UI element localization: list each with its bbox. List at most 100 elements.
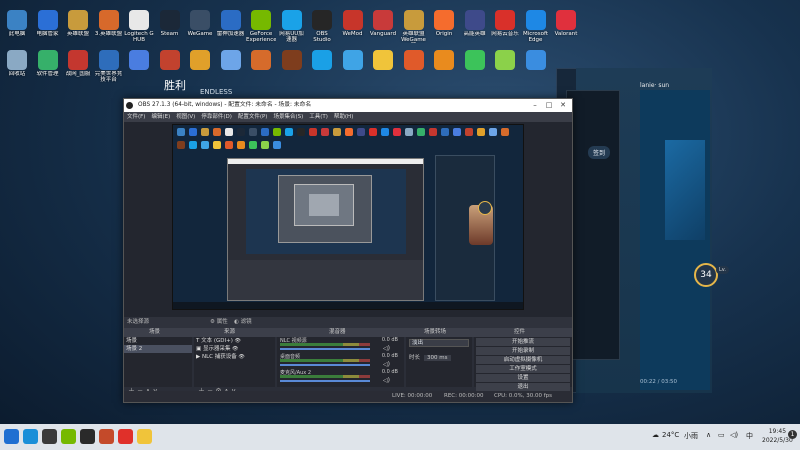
mixer-track[interactable]: 麦克风/Aux 2 0.0 dB ◁) xyxy=(277,369,404,385)
preview-icon xyxy=(201,141,209,149)
volume-slider[interactable] xyxy=(280,380,370,382)
desktop-icon-r2-13[interactable] xyxy=(399,50,429,83)
menu-item-1[interactable]: 编辑(E) xyxy=(151,114,170,120)
source-item[interactable]: ▶ NLC 捕获设备 👁 xyxy=(194,353,275,361)
control-button[interactable]: 启动虚拟摄像机 xyxy=(476,356,570,364)
mixer-track[interactable]: 桌面音频 0.0 dB ◁) xyxy=(277,353,404,369)
desktop-icon-r1-3[interactable]: 3.英雄联盟 xyxy=(94,10,124,43)
network-icon[interactable]: ▭ xyxy=(718,431,725,439)
desktop-icon-r1-5[interactable]: Steam xyxy=(155,10,185,43)
desktop-icon-r2-16[interactable] xyxy=(490,50,520,83)
desktop-icon-r1-12[interactable]: Vanguard xyxy=(368,10,398,43)
start-icon[interactable] xyxy=(4,429,19,444)
volume-slider[interactable] xyxy=(280,348,370,350)
menu-item-4[interactable]: 配置文件(P) xyxy=(238,114,268,120)
app-icon xyxy=(190,50,210,70)
level-badge: 34 xyxy=(694,263,718,287)
ime-indicator[interactable]: 中 xyxy=(746,431,753,441)
volume-slider[interactable] xyxy=(280,364,370,366)
notification-badge[interactable]: 1 xyxy=(788,430,797,439)
tray-up-icon[interactable]: ∧ xyxy=(706,431,711,439)
control-button[interactable]: 开始推流 xyxy=(476,338,570,346)
obs-preview-area[interactable] xyxy=(124,122,572,317)
control-button[interactable]: 工作室模式 xyxy=(476,365,570,373)
desktop-icon-r1-16[interactable]: 网易云音乐 xyxy=(490,10,520,43)
desktop-icon-r2-7[interactable] xyxy=(216,50,246,83)
desktop-icon-r2-1[interactable]: 软件管理 xyxy=(33,50,63,83)
desktop-icon-r2-8[interactable] xyxy=(246,50,276,83)
menu-item-5[interactable]: 场景集合(S) xyxy=(273,114,303,120)
search-icon[interactable] xyxy=(23,429,38,444)
minimize-icon[interactable]: – xyxy=(528,99,542,112)
desktop-icon-r2-17[interactable] xyxy=(521,50,551,83)
source-item[interactable]: T 文本 (GDI+) 👁 xyxy=(194,337,275,345)
nvidia-icon[interactable] xyxy=(61,429,76,444)
transition-select[interactable]: 淡出 xyxy=(409,339,469,347)
desktop-icon-r1-11[interactable]: WeMod xyxy=(338,10,368,43)
game-icon[interactable] xyxy=(99,429,114,444)
eye-icon[interactable]: 👁 xyxy=(230,346,238,352)
desktop-icon-r1-7[interactable]: 雷神加速器 xyxy=(216,10,246,43)
desktop-icon-r2-15[interactable] xyxy=(460,50,490,83)
desktop-icon-r2-9[interactable] xyxy=(277,50,307,83)
eye-icon[interactable]: 👁 xyxy=(233,338,240,344)
desktop-icon-r2-4[interactable] xyxy=(124,50,154,83)
obs-titlebar[interactable]: OBS 27.1.3 (64-bit, windows) - 配置文件: 未命名… xyxy=(124,99,572,112)
mixer-track[interactable]: NLC 视频源 0.0 dB ◁) xyxy=(277,337,404,353)
desktop-icon-r2-10[interactable] xyxy=(307,50,337,83)
signin-button[interactable]: 签到 xyxy=(588,146,611,159)
desktop-icon-r1-13[interactable]: 英雄联盟WeGame版 xyxy=(399,10,429,43)
desktop-icon-r1-4[interactable]: Logitech G HUB xyxy=(124,10,154,43)
desktop-icon-r1-14[interactable]: Origin xyxy=(429,10,459,43)
dock-headers: 场景 来源 混音器 场景转场 控件 xyxy=(124,328,572,337)
control-button[interactable]: 退出 xyxy=(476,383,570,391)
desktop-icon-r2-11[interactable] xyxy=(338,50,368,83)
app-icon[interactable] xyxy=(137,429,152,444)
desktop-icon-r2-0[interactable]: 回收站 xyxy=(2,50,32,83)
app-icon xyxy=(464,10,485,30)
filters-button[interactable]: ◐ 滤镜 xyxy=(234,317,252,328)
desktop-icon-r1-6[interactable]: WeGame xyxy=(185,10,215,43)
close-icon[interactable]: ✕ xyxy=(556,99,570,112)
desktop-icon-r1-8[interactable]: GeForce Experience xyxy=(246,10,276,43)
desktop-icon-r2-3[interactable]: 完美世界竞技平台 xyxy=(94,50,124,83)
menu-item-7[interactable]: 帮助(H) xyxy=(334,114,353,120)
scene-item[interactable]: 场景 2 xyxy=(124,345,192,353)
menu-item-3[interactable]: 停靠部件(D) xyxy=(201,114,232,120)
app-icon xyxy=(7,10,27,30)
desktop-icon-r1-18[interactable]: Valorant xyxy=(551,10,581,43)
desktop-icon-r1-15[interactable]: 高能英雄 xyxy=(460,10,490,43)
desktop-icon-r2-2[interactable]: 战网_国服 xyxy=(63,50,93,83)
maximize-icon[interactable]: □ xyxy=(542,99,556,112)
menu-item-0[interactable]: 文件(F) xyxy=(127,114,145,120)
desktop-icon-r1-2[interactable]: 英雄联盟 xyxy=(63,10,93,43)
desktop-icon-r2-14[interactable] xyxy=(429,50,459,83)
menu-item-6[interactable]: 工具(T) xyxy=(309,114,328,120)
desktop-icon-r1-17[interactable]: Microsoft Edge xyxy=(521,10,551,43)
desktop-icon-r1-1[interactable]: 电脑管家 xyxy=(33,10,63,43)
duration-field[interactable]: 时长 300 ms xyxy=(409,353,469,361)
control-button[interactable]: 开始录制 xyxy=(476,347,570,355)
menu-item-2[interactable]: 视图(V) xyxy=(176,114,195,120)
speaker-icon[interactable]: ◁) xyxy=(383,345,390,352)
properties-button[interactable]: ⚙ 属性 xyxy=(210,317,228,328)
desktop-icon-r1-10[interactable]: OBS Studio xyxy=(307,10,337,43)
preview-canvas[interactable] xyxy=(172,124,524,310)
eye-icon[interactable]: 👁 xyxy=(237,354,244,360)
speaker-icon[interactable]: ◁) xyxy=(383,377,390,384)
speaker-icon[interactable]: ◁) xyxy=(383,361,390,368)
obs-icon[interactable] xyxy=(80,429,95,444)
music-icon[interactable] xyxy=(118,429,133,444)
scene-item[interactable]: 场景 xyxy=(124,337,192,345)
control-button[interactable]: 设置 xyxy=(476,374,570,382)
taskview-icon[interactable] xyxy=(42,429,57,444)
desktop-icon-r2-6[interactable] xyxy=(185,50,215,83)
desktop-icon-r1-0[interactable]: 此电脑 xyxy=(2,10,32,43)
desktop-icon-r2-12[interactable] xyxy=(368,50,398,83)
volume-icon[interactable]: ◁) xyxy=(730,431,738,439)
weather-icon[interactable]: ☁ xyxy=(652,431,659,439)
obs-window[interactable]: OBS 27.1.3 (64-bit, windows) - 配置文件: 未命名… xyxy=(123,98,573,403)
source-item[interactable]: ▣ 显示器采集 👁 xyxy=(194,345,275,353)
desktop-icon-r1-9[interactable]: 网易UU加速器 xyxy=(277,10,307,43)
weather-temp[interactable]: 24°C xyxy=(662,431,679,439)
